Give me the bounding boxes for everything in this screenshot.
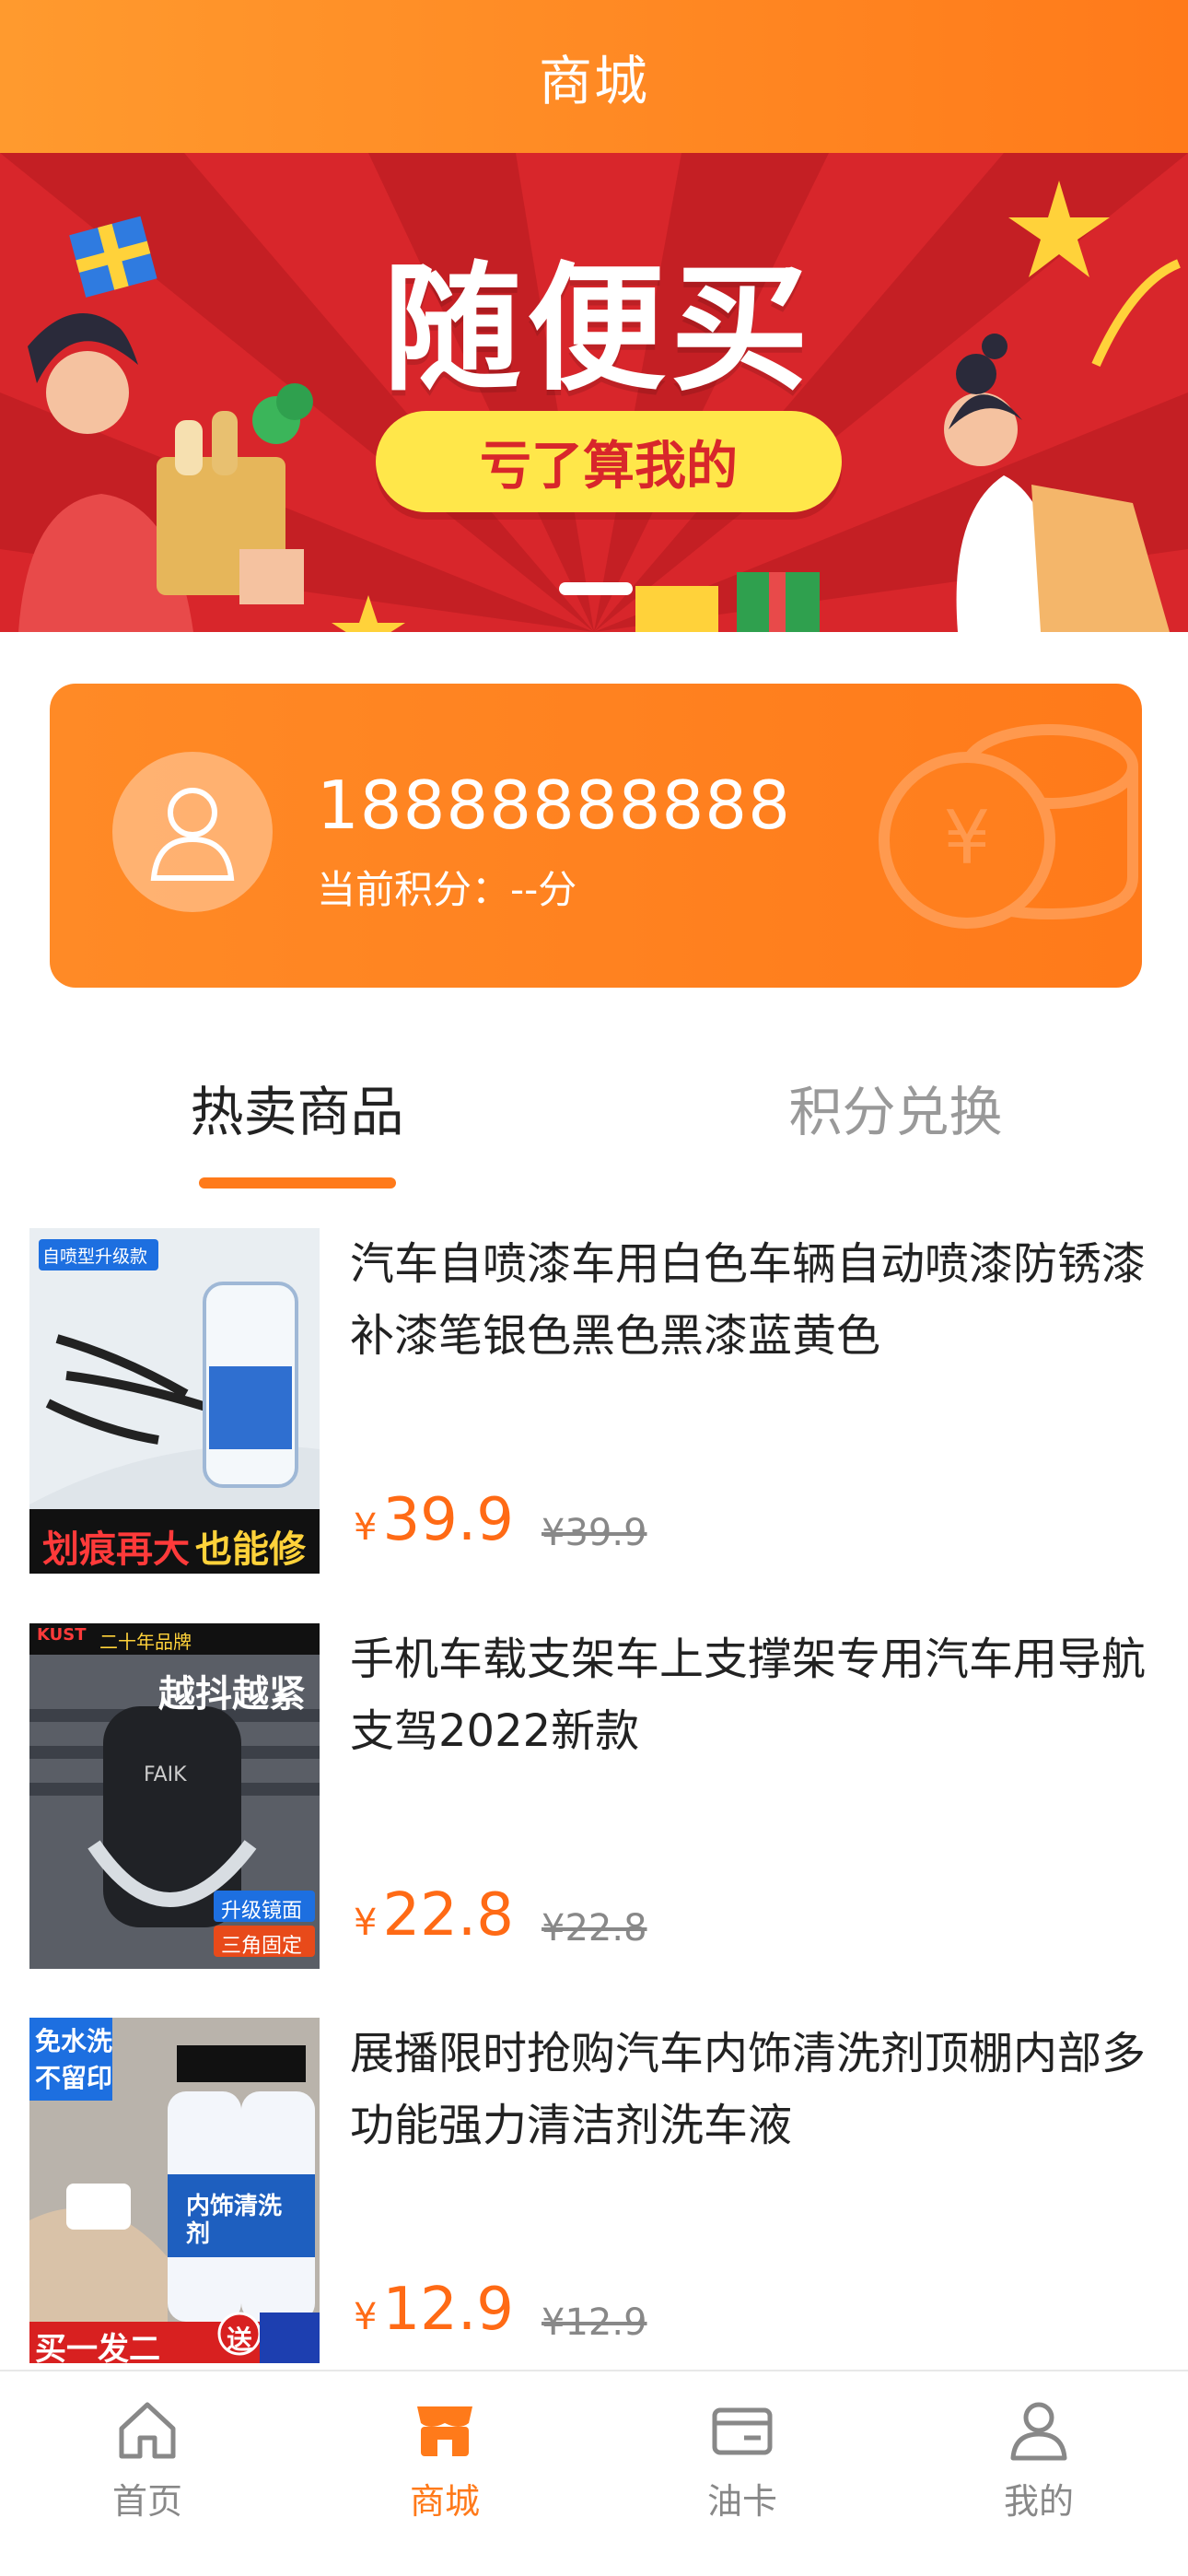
thumb-brand: KUST bbox=[37, 1625, 87, 1645]
product-name: 手机车载支架车上支撑架专用汽车用导航支驾2022新款 bbox=[350, 1633, 1147, 1757]
avatar[interactable] bbox=[112, 752, 273, 912]
nav-store[interactable]: 商城 bbox=[353, 2397, 537, 2523]
thumb-caption: 划痕再大 bbox=[42, 1528, 190, 1571]
product-price: ¥39.9 bbox=[354, 1486, 514, 1554]
nav-label: 商城 bbox=[409, 2481, 480, 2522]
nav-label: 首页 bbox=[111, 2481, 182, 2522]
carousel-indicator bbox=[559, 582, 633, 595]
svg-text:¥: ¥ bbox=[944, 795, 991, 881]
nav-label: 我的 bbox=[1003, 2481, 1074, 2522]
product-item[interactable]: 自喷型升级款 划痕再大 也能修 汽车自喷漆车用白色车辆自动喷漆防锈漆补漆笔银色黑… bbox=[0, 1228, 1188, 1578]
thumb-caption: 也能修 bbox=[195, 1528, 306, 1571]
thumb-badge: 二十年品牌 bbox=[99, 1631, 192, 1653]
thumb-badge: 免水洗 bbox=[35, 2026, 113, 2056]
home-icon bbox=[119, 2402, 176, 2459]
thumb-badge: 自喷型升级款 bbox=[42, 1247, 148, 1267]
product-original-price: ¥12.9 bbox=[542, 2301, 647, 2344]
thumb-gift: 送 bbox=[227, 2324, 253, 2355]
nav-home[interactable]: 首页 bbox=[55, 2397, 239, 2523]
thumb-bottle-label: 内饰清洗剂 bbox=[186, 2193, 283, 2248]
coins-icon: ¥ bbox=[879, 724, 1138, 929]
product-price: ¥12.9 bbox=[354, 2276, 514, 2344]
thumb-logo: FAIK bbox=[144, 1763, 187, 1786]
user-icon bbox=[150, 788, 235, 881]
account-phone: 18888888888 bbox=[317, 767, 791, 844]
tab-points-exchange[interactable]: 积分兑换 bbox=[737, 1069, 1054, 1146]
user-icon bbox=[1010, 2402, 1067, 2461]
top-bar: 商城 bbox=[0, 0, 1188, 153]
tab-bar: 热卖商品 积分兑换 bbox=[0, 1069, 1188, 1198]
thumb-tag: 升级镜面 bbox=[221, 1900, 303, 1923]
banner-slogan: 亏了算我的 bbox=[376, 411, 842, 512]
product-original-price: ¥39.9 bbox=[542, 1512, 647, 1554]
points-card[interactable]: 18888888888 当前积分：--分 ¥ bbox=[50, 684, 1142, 988]
product-image: 免水洗 不留印 内饰清洗剂 买一发二 送 bbox=[29, 2018, 320, 2363]
product-original-price: ¥22.8 bbox=[542, 1907, 647, 1950]
nav-mine[interactable]: 我的 bbox=[947, 2397, 1131, 2523]
product-item[interactable]: KUST 二十年品牌 越抖越紧 FAIK 升级镜面 三角固定 手机车载支架车上支… bbox=[0, 1623, 1188, 1973]
product-name: 展播限时抢购汽车内饰清洗剂顶棚内部多功能强力清洁剂洗车液 bbox=[350, 2028, 1147, 2151]
nav-label: 油卡 bbox=[706, 2481, 777, 2522]
page-title: 商城 bbox=[538, 50, 649, 112]
product-name: 汽车自喷漆车用白色车辆自动喷漆防锈漆补漆笔银色黑色黑漆蓝黄色 bbox=[350, 1238, 1147, 1362]
thumb-tag: 三角固定 bbox=[221, 1935, 303, 1958]
thumb-caption: 越抖越紧 bbox=[158, 1673, 306, 1715]
store-icon bbox=[417, 2406, 472, 2456]
page: 商城 随便买 亏了算我的 18888888888 当前积分：--分 ¥ 热卖商品… bbox=[0, 0, 1188, 2576]
thumb-badge: 不留印 bbox=[35, 2063, 113, 2093]
nav-fuel-card[interactable]: 油卡 bbox=[650, 2397, 834, 2523]
bottom-nav: 首页 商城 油卡 我的 bbox=[0, 2370, 1188, 2576]
product-image: 自喷型升级款 划痕再大 也能修 bbox=[29, 1228, 320, 1574]
thumb-caption: 买一发二 bbox=[35, 2331, 160, 2363]
product-image: KUST 二十年品牌 越抖越紧 FAIK 升级镜面 三角固定 bbox=[29, 1623, 320, 1969]
product-item[interactable]: 免水洗 不留印 内饰清洗剂 买一发二 送 展播限时抢购汽车内饰清洗剂顶棚内部多功… bbox=[0, 2018, 1188, 2368]
banner-headline: 随便买 bbox=[382, 250, 814, 410]
product-price: ¥22.8 bbox=[354, 1881, 514, 1950]
promo-banner[interactable]: 随便买 亏了算我的 bbox=[0, 153, 1188, 632]
card-icon bbox=[712, 2407, 773, 2455]
tab-hot-products[interactable]: 热卖商品 bbox=[138, 1069, 456, 1146]
points-balance: 当前积分：--分 bbox=[317, 867, 577, 912]
active-tab-indicator bbox=[199, 1177, 396, 1188]
